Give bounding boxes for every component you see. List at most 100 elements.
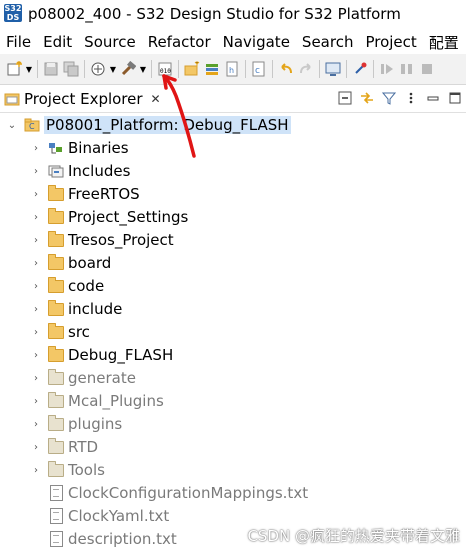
collapsed-chevron-icon[interactable]: ›: [30, 212, 42, 223]
tree-item-label: generate: [68, 369, 136, 387]
tree-item[interactable]: description.txt: [30, 528, 177, 550]
folder-shape: [48, 437, 64, 454]
tree-item[interactable]: ClockConfigurationMappings.txt: [30, 482, 308, 504]
collapsed-chevron-icon[interactable]: ›: [30, 419, 42, 430]
play-icon[interactable]: [379, 61, 395, 77]
undo-icon[interactable]: [278, 61, 294, 77]
collapsed-chevron-icon[interactable]: ›: [30, 396, 42, 407]
folder-shape: [48, 391, 64, 408]
save-icon[interactable]: [43, 61, 59, 77]
tree-item[interactable]: › FreeRTOS: [30, 183, 140, 205]
menu-item-0[interactable]: File: [6, 33, 31, 51]
collapsed-chevron-icon[interactable]: ›: [30, 166, 42, 177]
search-icon[interactable]: c: [251, 61, 267, 77]
link-editor-icon[interactable]: [359, 90, 375, 106]
view-menu-icon[interactable]: [403, 90, 419, 106]
new-folder-icon[interactable]: [184, 61, 200, 77]
menu-item-5[interactable]: Search: [302, 33, 354, 51]
pin-icon[interactable]: [352, 61, 368, 77]
tree-item[interactable]: › Tools: [30, 459, 105, 481]
tree-item[interactable]: › code: [30, 275, 104, 297]
redo-icon[interactable]: [298, 61, 314, 77]
collapsed-chevron-icon[interactable]: ›: [30, 350, 42, 361]
tree-item[interactable]: › board: [30, 252, 111, 274]
close-icon[interactable]: ✕: [151, 92, 161, 106]
toolbar-separator: [272, 60, 273, 78]
tree-item[interactable]: › Debug_FLASH: [30, 344, 173, 366]
collapsed-chevron-icon[interactable]: ›: [30, 373, 42, 384]
tree-item-label: Includes: [68, 162, 131, 180]
tree-item[interactable]: › Includes: [30, 160, 130, 182]
expanded-chevron-icon[interactable]: ⌄: [6, 120, 18, 131]
menu-item-2[interactable]: Source: [84, 33, 136, 51]
folder-shape: [48, 253, 64, 270]
save-all-icon[interactable]: [63, 61, 79, 77]
menu-item-1[interactable]: Edit: [43, 33, 72, 51]
collapsed-chevron-icon[interactable]: ›: [30, 258, 42, 269]
tree-item[interactable]: › Binaries: [30, 137, 129, 159]
menu-item-7[interactable]: 配置: [429, 32, 459, 53]
collapsed-chevron-icon[interactable]: ›: [30, 143, 42, 154]
maximize-icon[interactable]: [447, 90, 463, 106]
tree-root-item[interactable]: ⌄ C P08001_Platform: Debug_FLASH: [6, 114, 291, 136]
filter-icon[interactable]: [381, 90, 397, 106]
tree-item[interactable]: ClockYaml.txt: [30, 505, 169, 527]
collapse-all-icon[interactable]: [337, 90, 353, 106]
collapsed-chevron-icon[interactable]: ›: [30, 304, 42, 315]
tree-item-label: ClockYaml.txt: [68, 507, 170, 525]
debug-config-icon[interactable]: [90, 61, 106, 77]
folder-icon: [48, 368, 64, 385]
step-icon[interactable]: [399, 61, 415, 77]
s32ds-logo-icon: S32 DS: [4, 4, 22, 22]
project-explorer-header: Project Explorer ✕: [0, 86, 466, 113]
build-dropdown-arrow-icon[interactable]: ▼: [138, 61, 148, 77]
tree-item[interactable]: › plugins: [30, 413, 122, 435]
toolbar-separator: [319, 60, 320, 78]
toolbar-separator: [346, 60, 347, 78]
new-class-icon[interactable]: [204, 61, 220, 77]
file-shape: [49, 508, 63, 524]
folder-icon: [48, 460, 64, 477]
binary-icon[interactable]: 010: [157, 61, 173, 77]
menu-item-3[interactable]: Refactor: [148, 33, 211, 51]
minimize-icon[interactable]: [425, 90, 441, 106]
new-icon[interactable]: [6, 61, 22, 77]
collapsed-chevron-icon[interactable]: ›: [30, 189, 42, 200]
new-dropdown-arrow-icon[interactable]: ▼: [24, 61, 34, 77]
project-explorer-icon: [4, 91, 20, 107]
toolbar-separator: [151, 60, 152, 78]
collapsed-chevron-icon[interactable]: ›: [30, 465, 42, 476]
collapsed-chevron-icon[interactable]: ›: [30, 281, 42, 292]
tree-item[interactable]: › RTD: [30, 436, 98, 458]
menu-item-6[interactable]: Project: [365, 33, 416, 51]
tree-item-label: Binaries: [68, 139, 129, 157]
folder-icon: [48, 414, 64, 431]
collapsed-chevron-icon[interactable]: ›: [30, 235, 42, 246]
tree-item[interactable]: › include: [30, 298, 122, 320]
tree-item[interactable]: › Mcal_Plugins: [30, 390, 164, 412]
build-hammer-icon[interactable]: [120, 61, 136, 77]
collapsed-chevron-icon[interactable]: ›: [30, 442, 42, 453]
stop-icon[interactable]: [419, 61, 435, 77]
folder-icon: [48, 230, 64, 247]
folder-shape: [48, 207, 64, 224]
debug-dropdown-arrow-icon[interactable]: ▼: [108, 61, 118, 77]
collapsed-chevron-icon[interactable]: ›: [30, 327, 42, 338]
tree-item[interactable]: › Tresos_Project: [30, 229, 174, 251]
menu-item-4[interactable]: Navigate: [223, 33, 290, 51]
folder-shape: [48, 322, 64, 339]
tree-item-label: Tools: [68, 461, 105, 479]
binaries-icon: [48, 141, 64, 155]
view-toolbar: [334, 90, 466, 106]
tree-item[interactable]: › src: [30, 321, 90, 343]
file-icon: [48, 485, 64, 501]
tree-item[interactable]: › generate: [30, 367, 136, 389]
terminal-icon[interactable]: [325, 61, 341, 77]
tab-project-explorer[interactable]: Project Explorer ✕: [0, 86, 167, 112]
new-file-icon[interactable]: h: [224, 61, 240, 77]
tree-item[interactable]: › Project_Settings: [30, 206, 188, 228]
file-shape: [49, 485, 63, 501]
tree-item-label: include: [68, 300, 123, 318]
file-icon: [48, 531, 64, 547]
tree-item-label: board: [68, 254, 112, 272]
